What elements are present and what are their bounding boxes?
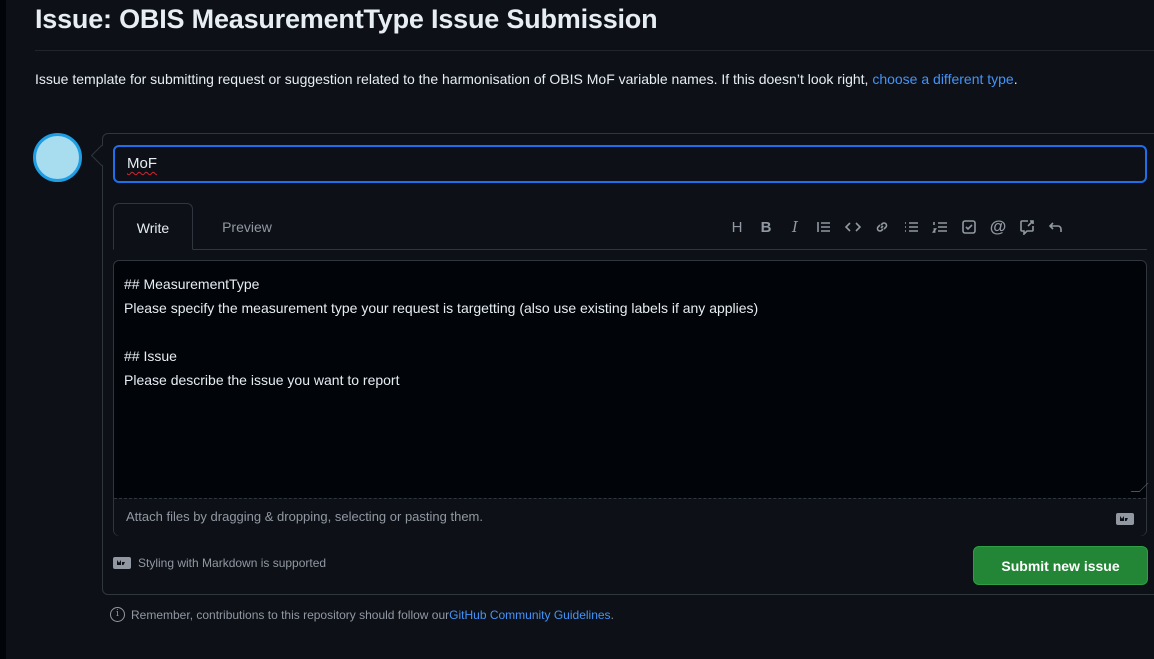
- markdown-note-text: Styling with Markdown is supported: [138, 556, 327, 570]
- attach-files-hint: Attach files by dragging & dropping, sel…: [126, 509, 483, 524]
- attach-files-bar[interactable]: Attach files by dragging & dropping, sel…: [114, 498, 1146, 536]
- page-title: Issue: OBIS MeasurementType Issue Submis…: [35, 4, 658, 34]
- issue-body-content: ## MeasurementType Please specify the mea…: [124, 272, 758, 392]
- community-guidelines-link[interactable]: GitHub Community Guidelines: [449, 608, 610, 622]
- footnote-text: Remember, contributions to this reposito…: [131, 607, 450, 622]
- issue-page: Issue: OBIS MeasurementType Issue Submis…: [0, 0, 1154, 659]
- footnote-end: .: [610, 607, 614, 622]
- avatar[interactable]: [33, 133, 82, 182]
- body-line: Please specify the measurement type your…: [124, 300, 759, 316]
- markdown-toolbar: H B I @: [725, 210, 1073, 244]
- resize-handle[interactable]: [1130, 483, 1149, 492]
- body-line: ## Issue: [124, 348, 177, 364]
- body-line: ## MeasurementType: [124, 276, 260, 292]
- contribution-footnote: i Remember, contributions to this reposi…: [110, 607, 614, 622]
- link-icon[interactable]: [870, 215, 894, 239]
- tab-preview[interactable]: Preview: [201, 203, 293, 249]
- tab-write[interactable]: Write: [113, 203, 193, 250]
- code-icon[interactable]: [841, 215, 865, 239]
- undo-icon[interactable]: [1044, 215, 1068, 239]
- submit-new-issue-button[interactable]: Submit new issue: [973, 546, 1148, 585]
- ordered-list-icon[interactable]: [928, 215, 952, 239]
- issue-title-value: MoF: [127, 155, 157, 172]
- markdown-icon: [113, 557, 131, 569]
- left-edge: [0, 0, 6, 659]
- unordered-list-icon[interactable]: [899, 215, 923, 239]
- choose-different-type-link[interactable]: choose a different type: [872, 71, 1013, 87]
- markdown-icon: [1116, 512, 1134, 530]
- markdown-support-note[interactable]: Styling with Markdown is supported: [113, 556, 326, 570]
- issue-title-input[interactable]: MoF: [113, 145, 1147, 183]
- quote-icon[interactable]: [812, 215, 836, 239]
- body-line: [124, 320, 758, 344]
- italic-icon[interactable]: I: [783, 215, 807, 239]
- info-icon: i: [110, 607, 125, 622]
- heading-icon[interactable]: H: [725, 215, 749, 239]
- bold-icon[interactable]: B: [754, 215, 778, 239]
- description-text: Issue template for submitting request or…: [35, 71, 873, 87]
- template-description: Issue template for submitting request or…: [35, 67, 1135, 91]
- description-end: .: [1013, 71, 1018, 87]
- task-list-icon[interactable]: [957, 215, 981, 239]
- title-divider: [35, 50, 1154, 51]
- reference-icon[interactable]: [1015, 215, 1039, 239]
- issue-body-textarea[interactable]: ## MeasurementType Please specify the mea…: [113, 260, 1149, 536]
- mention-icon[interactable]: @: [986, 215, 1010, 239]
- body-line: Please describe the issue you want to re…: [124, 372, 400, 388]
